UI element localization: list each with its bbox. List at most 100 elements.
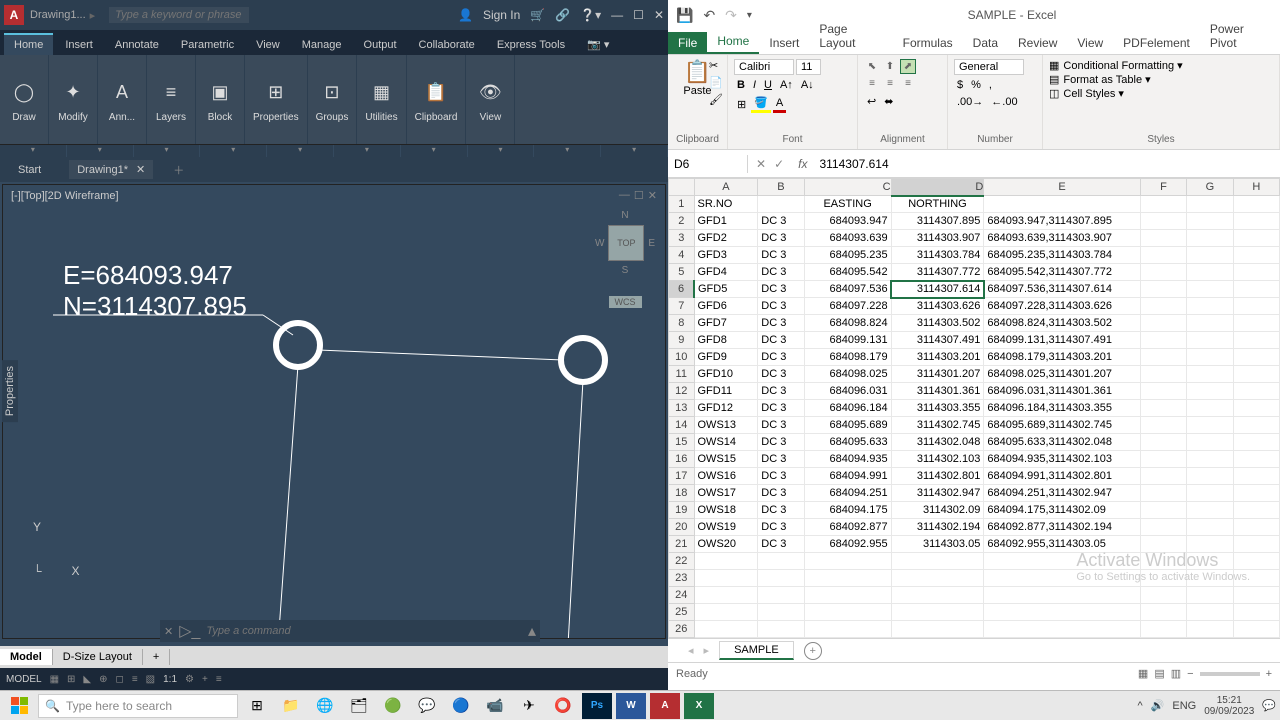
dsize-tab[interactable]: D-Size Layout: [53, 649, 143, 665]
cell-a20[interactable]: OWS19: [694, 519, 758, 536]
row-header-21[interactable]: 21: [669, 536, 695, 553]
close-tab-icon[interactable]: ✕: [136, 163, 145, 176]
percent-icon[interactable]: %: [968, 78, 984, 92]
cell-a18[interactable]: OWS17: [694, 485, 758, 502]
vp-maximize-icon[interactable]: ☐: [634, 189, 644, 202]
acad-tab-view[interactable]: View: [246, 35, 290, 55]
row-header-19[interactable]: 19: [669, 502, 695, 519]
cell-b4[interactable]: DC 3: [758, 247, 804, 264]
cell-e10[interactable]: 684098.179,3114303.201: [984, 349, 1141, 366]
ribbon-layers[interactable]: ≡Layers: [147, 55, 196, 144]
ribbon-expand-icon[interactable]: ▾: [267, 145, 334, 157]
node-2[interactable]: [558, 335, 608, 385]
cell-a15[interactable]: OWS14: [694, 434, 758, 451]
cell-d8[interactable]: 3114303.502: [891, 315, 984, 332]
start-button[interactable]: [4, 693, 34, 719]
ribbon-expand-icon[interactable]: ▾: [468, 145, 535, 157]
cell-c7[interactable]: 684097.228: [804, 298, 891, 315]
signin-link[interactable]: Sign In: [483, 8, 520, 22]
row-header-16[interactable]: 16: [669, 451, 695, 468]
currency-icon[interactable]: $: [954, 78, 966, 92]
meet-icon[interactable]: 📹: [480, 693, 510, 719]
add-sheet-icon[interactable]: +: [804, 642, 822, 660]
notifications-icon[interactable]: 💬: [1262, 699, 1276, 712]
xl-tab-data[interactable]: Data: [963, 32, 1008, 54]
opera-icon[interactable]: ⭕: [548, 693, 578, 719]
ribbon-groups[interactable]: ⊡Groups: [308, 55, 358, 144]
status-scale[interactable]: 1:1: [163, 674, 177, 685]
row-header-23[interactable]: 23: [669, 570, 695, 587]
cell-a21[interactable]: OWS20: [694, 536, 758, 553]
cell-d5[interactable]: 3114307.772: [891, 264, 984, 281]
cart-icon[interactable]: 🛒: [530, 8, 545, 22]
bold-button[interactable]: B: [734, 78, 748, 92]
fx-confirm-icon[interactable]: ✓: [774, 157, 784, 171]
photoshop-icon[interactable]: Ps: [582, 693, 612, 719]
name-box[interactable]: D6: [668, 155, 748, 173]
cell-d14[interactable]: 3114302.745: [891, 417, 984, 434]
row-header-14[interactable]: 14: [669, 417, 695, 434]
ribbon-expand-icon[interactable]: ▾: [0, 145, 67, 157]
cell-a5[interactable]: GFD4: [694, 264, 758, 281]
ribbon-view[interactable]: 👁View: [466, 55, 515, 144]
row-header-15[interactable]: 15: [669, 434, 695, 451]
cell-d16[interactable]: 3114302.103: [891, 451, 984, 468]
page-break-icon[interactable]: ▥: [1171, 667, 1181, 680]
row-header-17[interactable]: 17: [669, 468, 695, 485]
fx-icon[interactable]: fx: [798, 157, 807, 171]
zoom-slider[interactable]: [1200, 672, 1260, 676]
row-header-26[interactable]: 26: [669, 621, 695, 638]
cmd-dropdown-icon[interactable]: ▴: [528, 621, 536, 641]
command-input[interactable]: [204, 623, 528, 639]
minimize-icon[interactable]: —: [611, 8, 623, 22]
align-top-right[interactable]: ⬈: [900, 59, 916, 74]
cell-d7[interactable]: 3114303.626: [891, 298, 984, 315]
cell-c4[interactable]: 684095.235: [804, 247, 891, 264]
cell-a3[interactable]: GFD2: [694, 230, 758, 247]
properties-palette-tab[interactable]: Properties: [2, 360, 18, 422]
sheet-tab-sample[interactable]: SAMPLE: [719, 641, 794, 660]
autocad-logo-icon[interactable]: A: [4, 5, 24, 25]
cell-b3[interactable]: DC 3: [758, 230, 804, 247]
cell-c6[interactable]: 684097.536: [804, 281, 891, 298]
merge-icon[interactable]: ⬌: [881, 94, 896, 109]
row-header-5[interactable]: 5: [669, 264, 695, 281]
col-header-E[interactable]: E: [984, 179, 1141, 196]
snap-icon[interactable]: ⊞: [67, 674, 75, 685]
cell-a6[interactable]: GFD5: [694, 281, 758, 298]
autocad-taskbar-icon[interactable]: A: [650, 693, 680, 719]
acad-tab-home[interactable]: Home: [4, 33, 53, 55]
cell-b11[interactable]: DC 3: [758, 366, 804, 383]
col-header-G[interactable]: G: [1187, 179, 1233, 196]
drawing-canvas[interactable]: [-][Top][2D Wireframe] — ☐ ✕ N W TOP E S…: [2, 184, 666, 639]
cell-b21[interactable]: DC 3: [758, 536, 804, 553]
cut-icon[interactable]: ✂: [709, 59, 723, 72]
cell-a14[interactable]: OWS13: [694, 417, 758, 434]
gear-icon[interactable]: ⚙: [185, 674, 194, 685]
viewport-label[interactable]: [-][Top][2D Wireframe]: [11, 190, 119, 202]
excel-taskbar-icon[interactable]: X: [684, 693, 714, 719]
row-header-12[interactable]: 12: [669, 383, 695, 400]
maximize-icon[interactable]: ☐: [633, 8, 644, 22]
row-header-6[interactable]: 6: [669, 281, 695, 298]
cell-a19[interactable]: OWS18: [694, 502, 758, 519]
save-icon[interactable]: 💾: [676, 7, 693, 24]
osnap-icon[interactable]: ◻: [116, 674, 124, 685]
cell-styles-button[interactable]: ◫Cell Styles ▾: [1049, 87, 1273, 100]
col-header-A[interactable]: A: [694, 179, 758, 196]
cell-c12[interactable]: 684096.031: [804, 383, 891, 400]
row-header-27[interactable]: 27: [669, 638, 695, 639]
acad-search-input[interactable]: [109, 7, 249, 23]
ribbon-expand-icon[interactable]: ▾: [534, 145, 601, 157]
wrap-text-icon[interactable]: ↩: [864, 94, 879, 109]
drawing-tab[interactable]: Drawing1* ✕: [69, 160, 153, 179]
cell-b13[interactable]: DC 3: [758, 400, 804, 417]
telegram-icon[interactable]: ✈: [514, 693, 544, 719]
cell-c10[interactable]: 684098.179: [804, 349, 891, 366]
cell-c8[interactable]: 684098.824: [804, 315, 891, 332]
formula-value[interactable]: 3114307.614: [813, 155, 894, 173]
row-header-13[interactable]: 13: [669, 400, 695, 417]
acad-tab-annotate[interactable]: Annotate: [105, 35, 169, 55]
fill-color-icon[interactable]: 🪣: [751, 95, 771, 113]
cell-e11[interactable]: 684098.025,3114301.207: [984, 366, 1141, 383]
